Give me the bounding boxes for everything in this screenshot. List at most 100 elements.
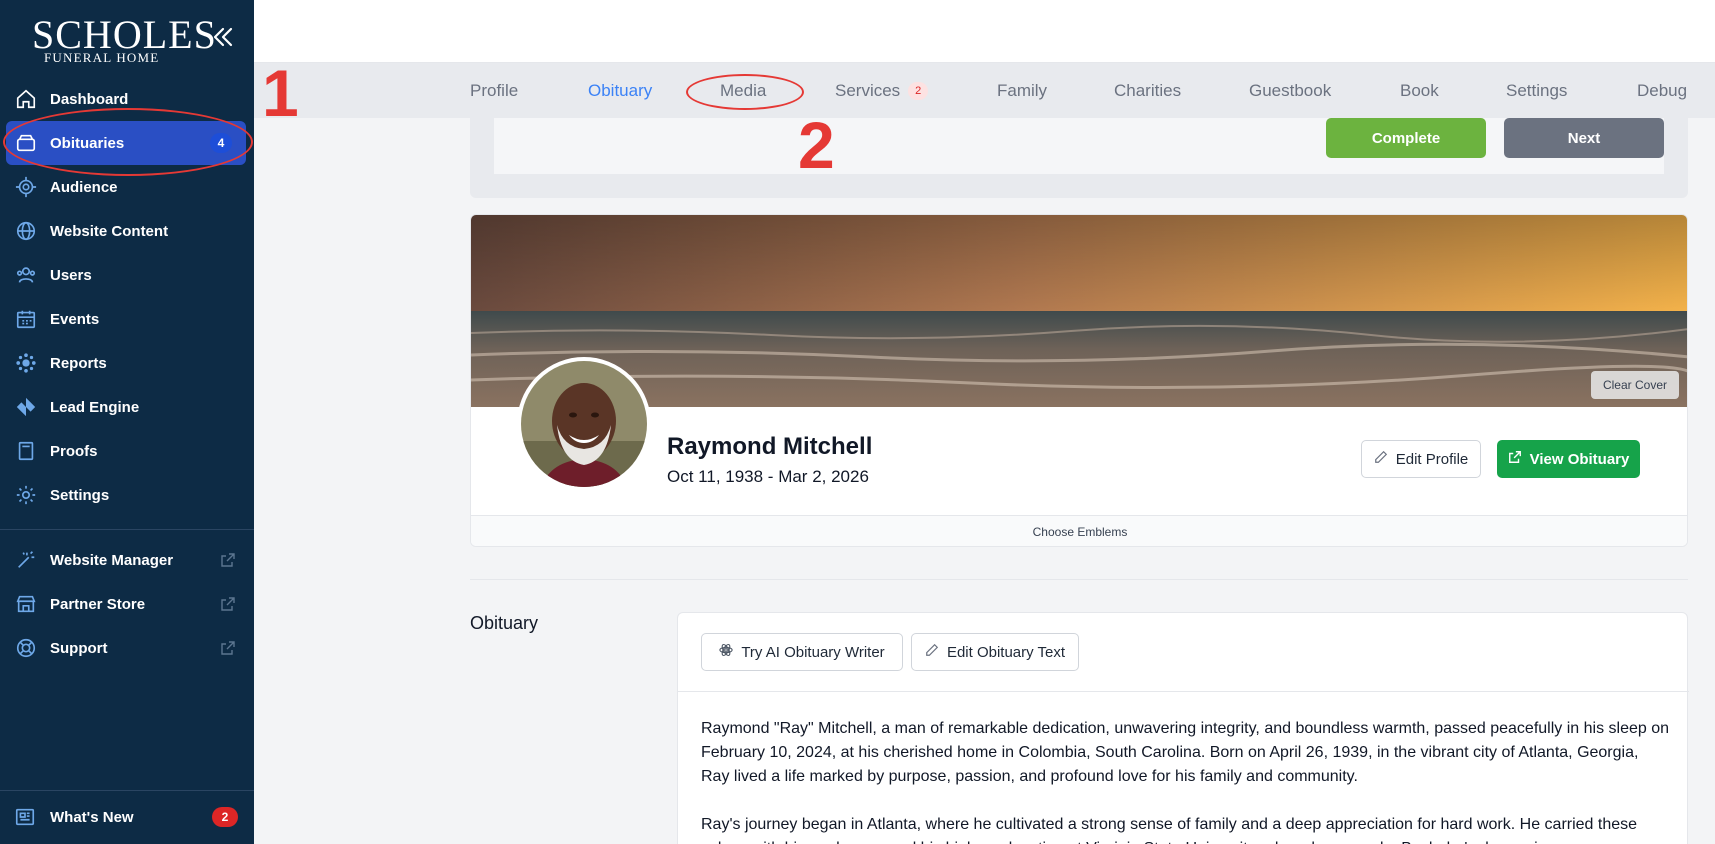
tab-services[interactable]: Services 2: [835, 81, 929, 101]
sidebar-item-label: Reports: [50, 354, 107, 372]
tab-profile[interactable]: Profile: [470, 81, 518, 101]
sidebar-item-label: Website Manager: [50, 551, 174, 569]
sidebar-item-lead-engine[interactable]: Lead Engine: [0, 385, 254, 429]
sidebar-item-label: Lead Engine: [50, 398, 140, 416]
lifebuoy-icon: [14, 636, 38, 660]
home-icon: [14, 87, 38, 111]
whats-new-label: What's New: [50, 809, 134, 826]
sidebar-item-whats-new[interactable]: What's New 2: [0, 790, 254, 844]
tab-services-label: Services: [835, 81, 901, 100]
obituary-paragraph: Raymond "Ray" Mitchell, a man of remarka…: [701, 720, 1670, 785]
book-icon: [14, 439, 38, 463]
section-divider: [470, 579, 1688, 580]
sidebar-item-label: Settings: [50, 486, 110, 504]
users-icon: [14, 263, 38, 287]
edit-profile-button[interactable]: Edit Profile: [1361, 440, 1481, 478]
pencil-icon: [925, 643, 939, 661]
top-bar: [254, 0, 1715, 63]
tab-obituary[interactable]: Obituary: [588, 81, 652, 101]
tab-charities[interactable]: Charities: [1114, 81, 1181, 101]
obituary-paragraph: Ray's journey began in Atlanta, where he…: [701, 816, 1638, 844]
obituary-toolbar: Try AI Obituary Writer Edit Obituary Tex…: [678, 613, 1689, 692]
ai-obituary-writer-button[interactable]: Try AI Obituary Writer: [701, 633, 903, 671]
external-link-icon: [220, 640, 236, 656]
sidebar-item-label: Support: [50, 639, 108, 657]
newspaper-icon: [14, 806, 38, 830]
sidebar-item-website-manager[interactable]: Website Manager: [0, 538, 254, 582]
external-link-icon: [1508, 450, 1522, 468]
brand-name: SCHOLES: [32, 12, 217, 57]
view-obituary-label: View Obituary: [1529, 450, 1630, 468]
life-dates: Oct 11, 1938 - Mar 2, 2026: [667, 467, 869, 486]
choose-emblems-button[interactable]: Choose Emblems: [471, 515, 1687, 546]
obituary-card: Try AI Obituary Writer Edit Obituary Tex…: [677, 612, 1689, 844]
cover-photo: [471, 215, 1687, 407]
tab-debug[interactable]: Debug: [1637, 81, 1687, 101]
store-icon: [14, 592, 38, 616]
reports-icon: [14, 351, 38, 375]
pencil-icon: [1374, 450, 1388, 468]
annotation-number-1: 1: [262, 56, 299, 130]
annotation-number-2: 2: [798, 108, 835, 182]
edit-text-label: Edit Obituary Text: [946, 643, 1066, 661]
action-bar-inner: Complete Next: [494, 118, 1664, 174]
sidebar: SCHOLES FUNERAL HOME Dashboard Obituarie…: [0, 0, 254, 844]
tab-media[interactable]: Media: [720, 81, 766, 101]
sidebar-item-users[interactable]: Users: [0, 253, 254, 297]
calendar-icon: [14, 307, 38, 331]
atom-icon: [719, 643, 733, 661]
tab-family[interactable]: Family: [997, 81, 1047, 101]
sidebar-nav: Dashboard Obituaries 4 Audience Website …: [0, 77, 254, 670]
edit-obituary-text-button[interactable]: Edit Obituary Text: [911, 633, 1079, 671]
sidebar-divider: [0, 529, 254, 530]
portrait-image: [521, 361, 647, 487]
next-button[interactable]: Next: [1504, 118, 1664, 158]
edit-profile-label: Edit Profile: [1395, 450, 1469, 468]
sidebar-item-label: Audience: [50, 178, 118, 196]
brand-logo[interactable]: SCHOLES FUNERAL HOME: [32, 12, 217, 66]
sidebar-item-support[interactable]: Support: [0, 626, 254, 670]
sidebar-item-label: Obituaries: [50, 134, 125, 152]
magic-wand-icon: [14, 548, 38, 572]
globe-icon: [14, 219, 38, 243]
sidebar-item-reports[interactable]: Reports: [0, 341, 254, 385]
profile-photo[interactable]: [517, 357, 651, 491]
sidebar-item-obituaries[interactable]: Obituaries 4: [6, 121, 246, 165]
sidebar-item-label: Website Content: [50, 222, 169, 240]
sidebar-item-settings[interactable]: Settings: [0, 473, 254, 517]
view-obituary-button[interactable]: View Obituary: [1497, 440, 1640, 478]
profile-card: Clear Cover Raymond Mitchell Oct 11, 193…: [470, 214, 1688, 547]
sidebar-item-label: Partner Store: [50, 595, 146, 613]
tab-book[interactable]: Book: [1400, 81, 1439, 101]
sidebar-item-label: Events: [50, 310, 100, 328]
sidebar-item-label: Dashboard: [50, 90, 129, 108]
external-link-icon: [220, 596, 236, 612]
tab-settings[interactable]: Settings: [1506, 81, 1567, 101]
sidebar-item-events[interactable]: Events: [0, 297, 254, 341]
action-bar: Complete Next: [470, 118, 1688, 198]
sidebar-item-audience[interactable]: Audience: [0, 165, 254, 209]
obituary-tabs: Profile Obituary Media Services 2 Family …: [254, 63, 1715, 118]
sidebar-item-dashboard[interactable]: Dashboard: [0, 77, 254, 121]
obituaries-count-badge: 4: [210, 133, 232, 153]
gear-icon: [14, 483, 38, 507]
whats-new-badge: 2: [212, 807, 238, 827]
external-link-icon: [220, 552, 236, 568]
obituary-text: Raymond "Ray" Mitchell, a man of remarka…: [701, 717, 1671, 844]
aperture-icon: [14, 395, 38, 419]
clear-cover-button[interactable]: Clear Cover: [1590, 371, 1679, 399]
target-icon: [14, 175, 38, 199]
tab-guestbook[interactable]: Guestbook: [1249, 81, 1331, 101]
sidebar-item-label: Proofs: [50, 442, 98, 460]
complete-button[interactable]: Complete: [1326, 118, 1486, 158]
sidebar-item-label: Users: [50, 266, 92, 284]
archive-icon: [14, 131, 38, 155]
deceased-name: Raymond Mitchell: [667, 433, 873, 460]
sidebar-item-proofs[interactable]: Proofs: [0, 429, 254, 473]
sidebar-item-partner-store[interactable]: Partner Store: [0, 582, 254, 626]
ai-writer-label: Try AI Obituary Writer: [741, 643, 885, 661]
collapse-sidebar-icon[interactable]: [210, 24, 236, 50]
services-count-badge: 2: [908, 82, 929, 100]
obituary-section-title: Obituary: [470, 613, 539, 633]
sidebar-item-website-content[interactable]: Website Content: [0, 209, 254, 253]
